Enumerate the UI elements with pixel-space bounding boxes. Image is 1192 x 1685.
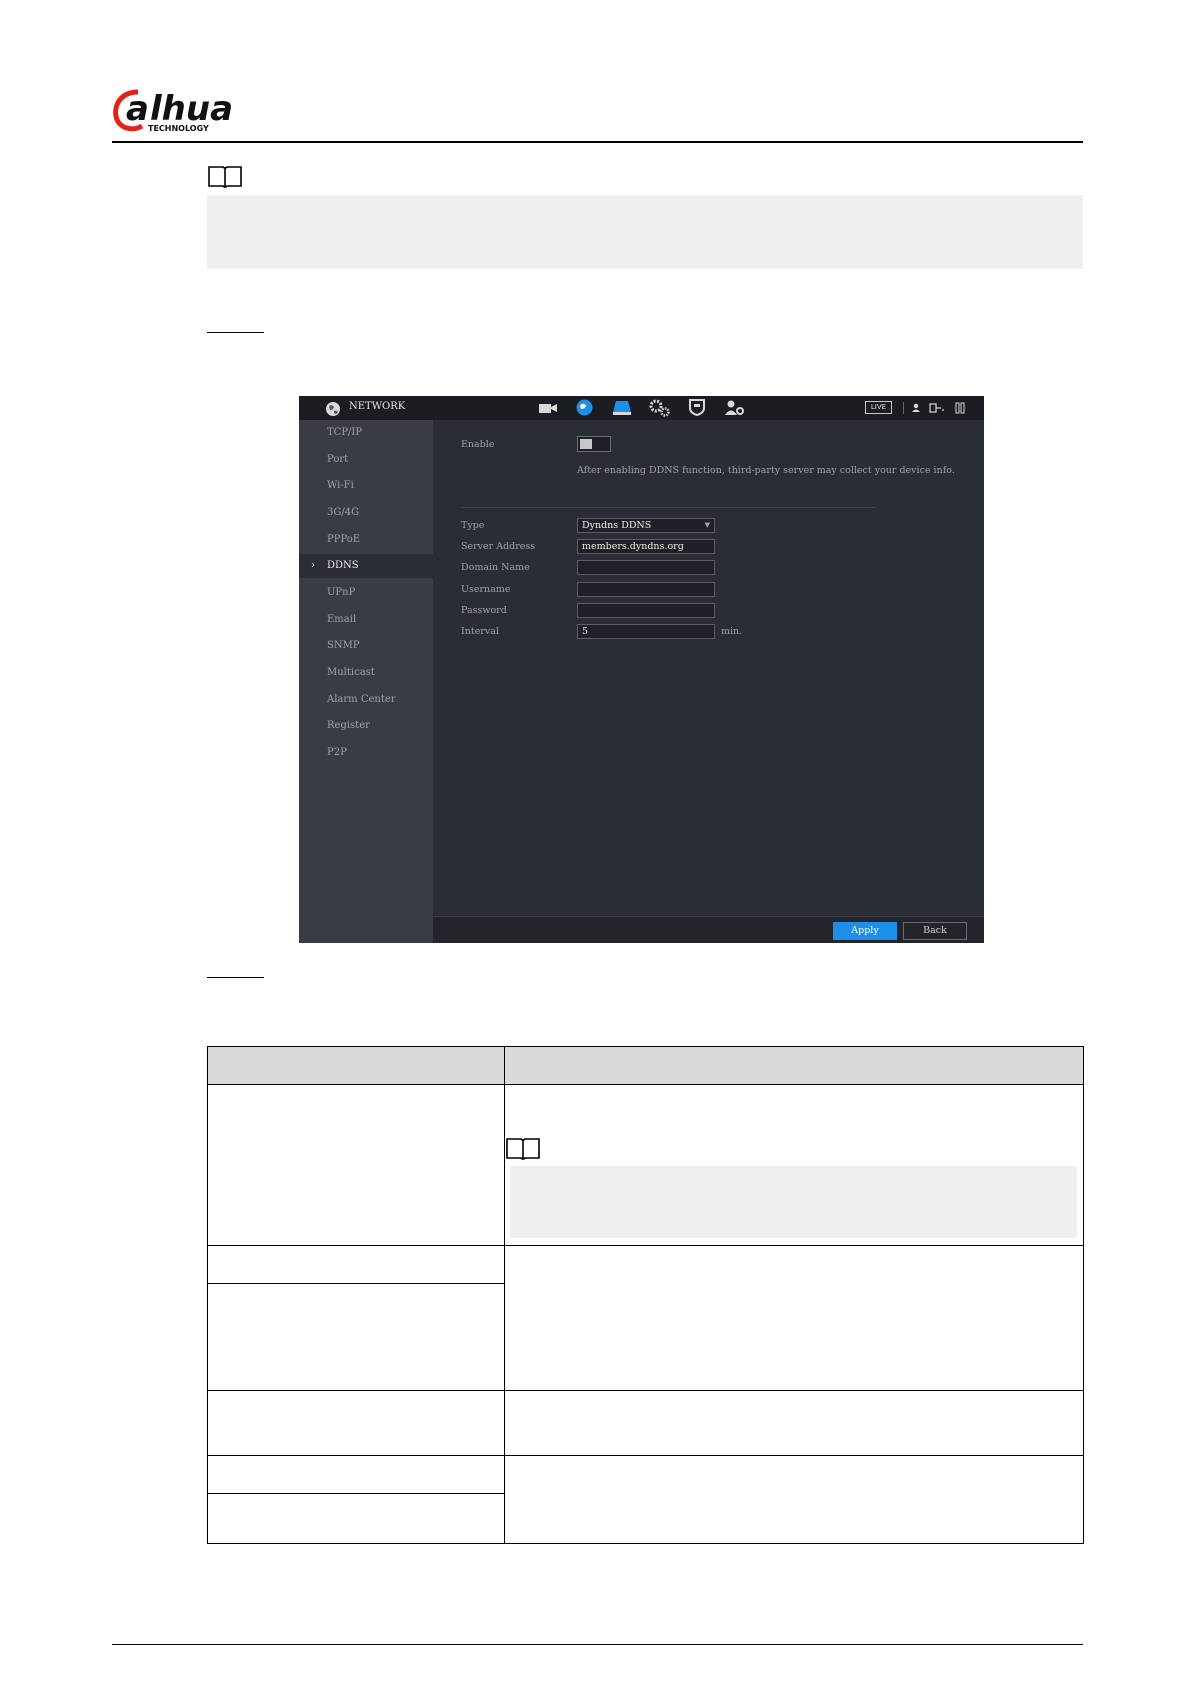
table-cell: [504, 1390, 1084, 1456]
table-cell: [504, 1455, 1084, 1544]
note-book-icon: [208, 166, 242, 188]
svg-text:lhua: lhua: [150, 89, 233, 129]
sidebar-item-pppoe[interactable]: PPPoE: [299, 528, 433, 552]
network-globe-icon: [326, 402, 340, 416]
sidebar-item-register[interactable]: Register: [299, 714, 433, 738]
sidebar-item-label: 3G/4G: [327, 507, 360, 518]
sidebar-item-wifi[interactable]: Wi-Fi: [299, 474, 433, 498]
table-cell: [207, 1245, 505, 1284]
logout-icon[interactable]: [929, 403, 945, 413]
sidebar-item-label: DDNS: [327, 560, 359, 571]
type-select[interactable]: Dyndns DDNS ▼: [577, 518, 715, 533]
sidebar-item-label: TCP/IP: [327, 427, 363, 438]
table-header-cell: [207, 1046, 505, 1085]
dropdown-arrow-icon: ▼: [704, 521, 710, 529]
sidebar-item-email[interactable]: Email: [299, 608, 433, 632]
table-header-cell: [504, 1046, 1084, 1085]
header-rule: [112, 141, 1083, 143]
type-select-value: Dyndns DDNS: [582, 520, 652, 531]
password-label: Password: [461, 605, 507, 616]
sidebar-item-label: Email: [327, 614, 357, 625]
account-icon[interactable]: [725, 399, 745, 416]
sidebar-item-label: UPnP: [327, 587, 356, 598]
svg-text:TECHNOLOGY: TECHNOLOGY: [148, 124, 209, 133]
sidebar-item-p2p[interactable]: P2P: [299, 741, 433, 765]
camera-icon[interactable]: [538, 402, 558, 414]
type-label: Type: [461, 520, 485, 531]
user-icon[interactable]: [911, 403, 921, 413]
domain-name-label: Domain Name: [461, 562, 530, 573]
nvr-bottom-bar: [433, 916, 984, 943]
network-sidebar: TCP/IP Port Wi-Fi 3G/4G PPPoE › DDNS UPnP…: [299, 420, 433, 943]
username-input[interactable]: [577, 582, 715, 597]
sidebar-item-label: Multicast: [327, 667, 375, 678]
table-cell: [207, 1084, 505, 1246]
sidebar-item-multicast[interactable]: Multicast: [299, 661, 433, 685]
step-underline: [207, 332, 264, 333]
chevron-right-icon: ›: [311, 560, 315, 571]
interval-label: Interval: [461, 626, 499, 637]
server-address-input[interactable]: members.dyndns.org: [577, 539, 715, 554]
sidebar-item-label: Wi-Fi: [327, 480, 354, 491]
back-button[interactable]: Back: [903, 922, 967, 940]
live-button[interactable]: LIVE: [865, 401, 892, 414]
interval-input[interactable]: 5: [577, 624, 715, 639]
domain-name-input[interactable]: [577, 560, 715, 575]
username-label: Username: [461, 584, 511, 595]
sidebar-item-label: Port: [327, 454, 349, 465]
sidebar-item-label: Register: [327, 720, 370, 731]
security-shield-icon[interactable]: [689, 399, 705, 416]
table-cell: [504, 1245, 1084, 1391]
ddns-settings-screenshot: NETWORK LIVE TCP/IP Port Wi-Fi 3G/4G PPP…: [299, 396, 984, 943]
sidebar-item-tcpip[interactable]: TCP/IP: [299, 421, 433, 445]
network-icon[interactable]: [576, 399, 593, 416]
sidebar-item-label: Alarm Center: [327, 694, 396, 705]
storage-icon[interactable]: [612, 400, 632, 415]
sidebar-item-label: PPPoE: [327, 534, 361, 545]
note-box: [207, 195, 1083, 269]
sidebar-item-upnp[interactable]: UPnP: [299, 581, 433, 605]
sidebar-item-label: P2P: [327, 747, 347, 758]
sidebar-item-port[interactable]: Port: [299, 448, 433, 472]
table-cell: [207, 1455, 505, 1494]
sidebar-item-label: SNMP: [327, 640, 360, 651]
table-cell: [207, 1283, 505, 1391]
sidebar-item-snmp[interactable]: SNMP: [299, 634, 433, 658]
toggle-knob: [580, 439, 592, 449]
divider: [903, 402, 904, 414]
dahua-logo: a lhua TECHNOLOGY: [113, 89, 233, 133]
menu-grid-icon[interactable]: [955, 402, 965, 414]
enable-hint: After enabling DDNS function, third-part…: [577, 465, 955, 476]
note-book-icon: [506, 1138, 540, 1160]
sidebar-item-ddns[interactable]: › DDNS: [299, 554, 433, 578]
password-input[interactable]: [577, 603, 715, 618]
apply-button[interactable]: Apply: [833, 922, 897, 940]
server-address-label: Server Address: [461, 541, 536, 552]
step-underline: [207, 977, 264, 978]
system-settings-icon[interactable]: [649, 399, 671, 417]
interval-unit: min.: [721, 626, 743, 637]
sidebar-item-3g4g[interactable]: 3G/4G: [299, 501, 433, 525]
note-box: [510, 1166, 1077, 1238]
enable-label: Enable: [461, 439, 495, 450]
table-cell: [207, 1390, 505, 1456]
footer-rule: [112, 1644, 1083, 1645]
section-divider: [461, 507, 876, 508]
nvr-page-title: NETWORK: [349, 401, 406, 412]
svg-text:a: a: [126, 89, 149, 129]
sidebar-item-alarm-center[interactable]: Alarm Center: [299, 688, 433, 712]
table-cell: [207, 1493, 505, 1544]
enable-toggle[interactable]: [577, 436, 611, 452]
